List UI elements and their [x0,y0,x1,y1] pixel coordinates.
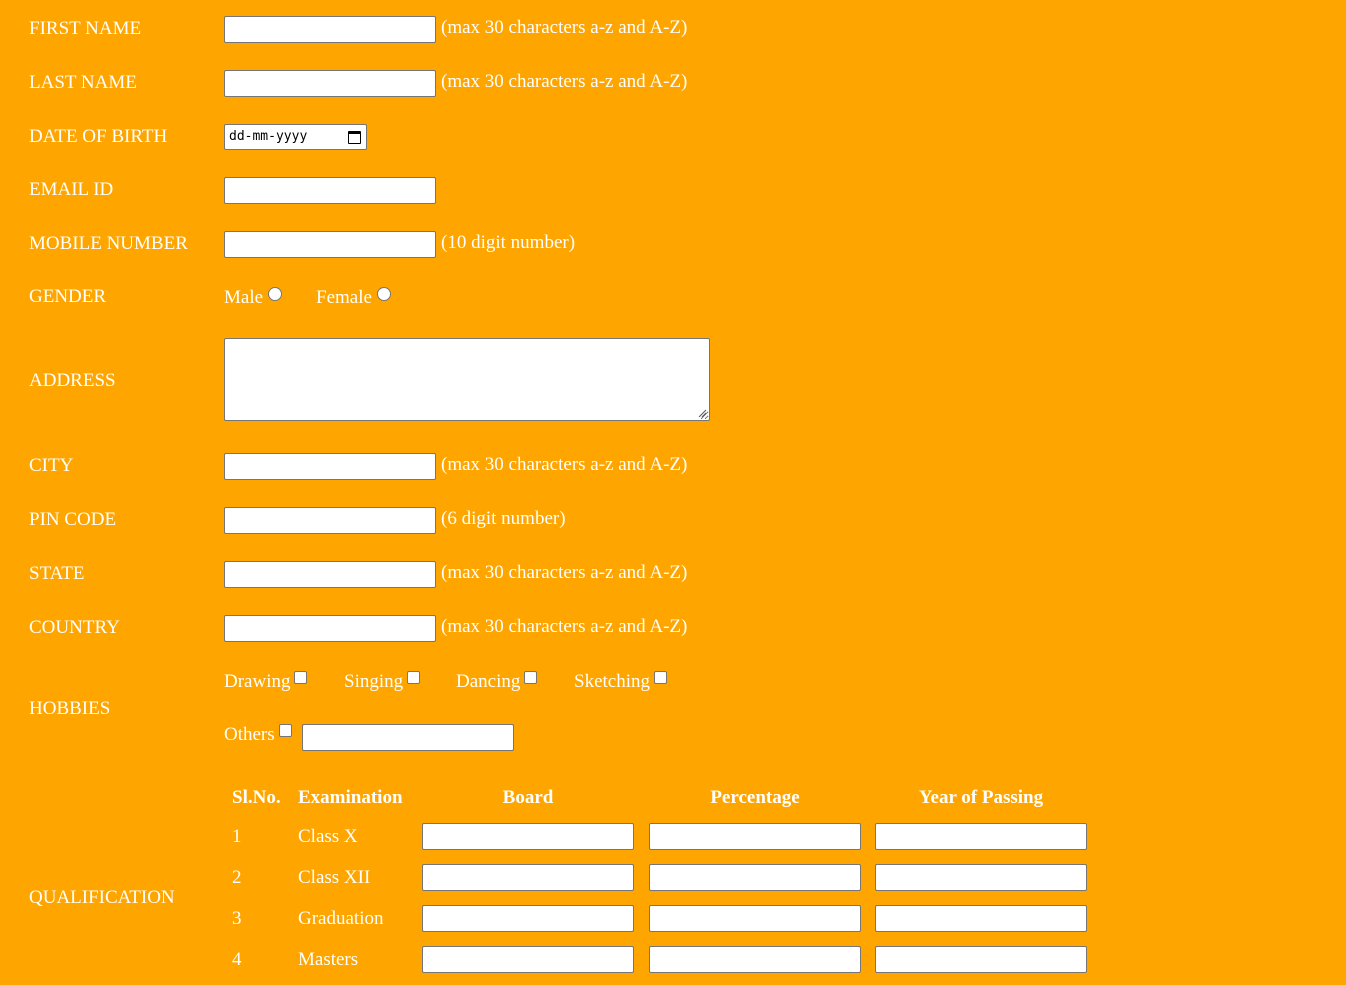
hobby-drawing-label: Drawing [224,671,291,692]
pin-input[interactable] [224,507,436,534]
gender-option-female[interactable]: Female [316,287,391,309]
dob-input[interactable]: dd-mm-yyyy [224,124,367,150]
hobbies-label: HOBBIES [29,698,111,719]
column-header-examination: Examination [298,787,403,808]
hobby-dancing[interactable]: Dancing [456,671,538,693]
last-name-input[interactable] [224,70,436,97]
mobile-hint: (10 digit number) [441,232,576,253]
first-name-hint: (max 30 characters a-z and A-Z) [441,17,688,38]
mobile-input[interactable] [224,231,436,258]
city-input[interactable] [224,453,436,480]
row-1-slno: 1 [232,826,242,847]
column-header-year: Year of Passing [918,787,1044,808]
hobby-sketching-checkbox[interactable] [654,671,667,684]
hobby-others[interactable]: Others [224,724,292,746]
hobby-singing-checkbox[interactable] [407,671,421,684]
email-label: EMAIL ID [29,179,114,200]
row-2-year-input[interactable] [875,864,1087,891]
city-hint: (max 30 characters a-z and A-Z) [441,454,688,475]
gender-male-radio[interactable] [268,287,283,301]
first-name-label: FIRST NAME [29,18,142,39]
first-name-input[interactable] [224,16,436,43]
gender-male-label: Male [224,287,264,308]
row-2-exam: Class XII [298,867,371,888]
row-1-board-input[interactable] [422,823,634,850]
hobby-others-checkbox[interactable] [278,724,292,737]
hobby-drawing-checkbox[interactable] [294,671,308,684]
row-1-year-input[interactable] [875,823,1087,850]
row-4-percentage-input[interactable] [649,946,861,973]
row-3-percentage-input[interactable] [649,905,861,932]
gender-option-male[interactable]: Male [224,287,283,309]
address-textarea[interactable] [224,338,710,421]
row-2-percentage-input[interactable] [649,864,861,891]
country-label: COUNTRY [29,617,120,638]
column-header-board: Board [502,787,554,808]
row-4-slno: 4 [232,949,242,970]
row-4-year-input[interactable] [875,946,1087,973]
row-3-slno: 3 [232,908,242,929]
hobby-dancing-label: Dancing [456,671,521,692]
state-label: STATE [29,563,85,584]
row-1-percentage-input[interactable] [649,823,861,850]
qualification-label: QUALIFICATION [29,887,175,908]
row-3-year-input[interactable] [875,905,1087,932]
dob-placeholder: dd-mm-yyyy [229,129,308,144]
row-1-exam: Class X [298,826,358,847]
pin-label: PIN CODE [29,509,117,530]
email-input[interactable] [224,177,436,204]
row-3-exam: Graduation [298,908,384,929]
hobby-drawing[interactable]: Drawing [224,671,308,693]
column-header-slno: Sl.No. [232,787,281,808]
gender-female-label: Female [316,287,372,308]
row-4-board-input[interactable] [422,946,634,973]
hobby-singing-label: Singing [344,671,404,692]
gender-label: GENDER [29,286,107,307]
calendar-icon[interactable] [348,131,361,144]
address-label: ADDRESS [29,370,116,391]
mobile-label: MOBILE NUMBER [29,233,188,254]
row-2-slno: 2 [232,867,242,888]
country-hint: (max 30 characters a-z and A-Z) [441,616,688,637]
row-3-board-input[interactable] [422,905,634,932]
hobby-singing[interactable]: Singing [344,671,421,693]
hobby-sketching-label: Sketching [574,671,650,692]
hobby-sketching[interactable]: Sketching [574,671,667,693]
city-label: CITY [29,455,74,476]
state-hint: (max 30 characters a-z and A-Z) [441,562,688,583]
pin-hint: (6 digit number) [441,508,566,529]
last-name-hint: (max 30 characters a-z and A-Z) [441,71,688,92]
row-4-exam: Masters [298,949,359,970]
country-input[interactable] [224,615,436,642]
dob-label: DATE OF BIRTH [29,126,168,147]
hobby-others-input[interactable] [302,724,514,751]
row-2-board-input[interactable] [422,864,634,891]
column-header-percentage: Percentage [710,787,800,808]
last-name-label: LAST NAME [29,72,137,93]
hobby-dancing-checkbox[interactable] [524,671,538,684]
hobby-others-label: Others [224,724,275,745]
gender-female-radio[interactable] [376,287,391,301]
state-input[interactable] [224,561,436,588]
